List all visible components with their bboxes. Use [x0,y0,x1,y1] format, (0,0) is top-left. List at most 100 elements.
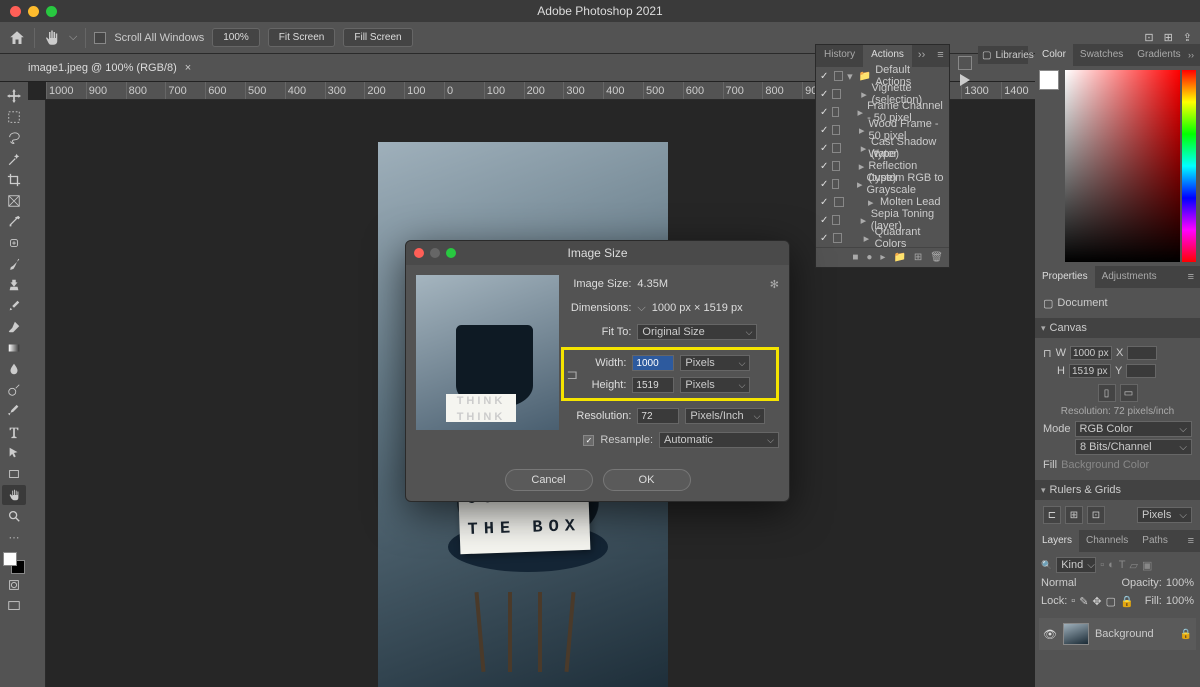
crop-tool[interactable] [2,170,26,190]
height-units-dropdown[interactable]: Pixels [680,377,750,393]
tab-channels[interactable]: Channels [1079,530,1135,552]
resample-checkbox[interactable]: ✓ [583,435,594,446]
screen-mode-icon[interactable] [2,596,26,616]
landscape-orientation-button[interactable]: ▭ [1120,384,1138,402]
stop-icon[interactable]: ■ [852,252,858,263]
gear-icon[interactable]: ✻ [770,278,779,291]
layer-name[interactable]: Background [1095,628,1154,640]
opacity-value[interactable]: 100% [1166,577,1194,589]
color-picker[interactable] [1035,66,1200,266]
zoom-percent-button[interactable]: 100% [212,28,260,47]
lasso-tool[interactable] [2,128,26,148]
dialog-zoom-icon[interactable] [446,248,456,258]
layer-background[interactable]: 👁 Background 🔒 [1039,618,1196,650]
frame-tool[interactable] [2,191,26,211]
record-icon[interactable]: ● [866,252,872,263]
layer-thumbnail[interactable] [1063,623,1089,645]
lock-icon[interactable]: 🔒 [1180,629,1192,640]
tab-color[interactable]: Color [1035,44,1073,66]
foreground-swatch[interactable] [1039,70,1059,90]
history-brush-tool[interactable] [2,296,26,316]
minimize-window-icon[interactable] [28,6,39,17]
width-units-dropdown[interactable]: Pixels [680,355,750,371]
lock-all-icon[interactable]: 🔒 [1120,595,1134,608]
ruler-icon[interactable]: ⊏ [1043,506,1061,524]
filter-kind-icon[interactable]: 🔍 [1041,560,1052,571]
color-field[interactable] [1065,70,1180,262]
resolution-units-dropdown[interactable]: Pixels/Inch [685,408,765,424]
fill-screen-button[interactable]: Fill Screen [343,28,412,47]
pen-tool[interactable] [2,401,26,421]
healing-brush-tool[interactable] [2,233,26,253]
resolution-input[interactable] [637,408,679,424]
canvas-y-input[interactable] [1126,364,1156,378]
move-tool[interactable] [2,86,26,106]
eraser-tool[interactable] [2,317,26,337]
gradient-tool[interactable] [2,338,26,358]
link-wh-icon[interactable]: ⊓ [1043,347,1052,360]
layer-fill-value[interactable]: 100% [1166,595,1194,607]
workspace-icon[interactable]: ⊞ [1164,31,1173,44]
zoom-tool[interactable] [2,506,26,526]
canvas-x-input[interactable] [1127,346,1157,360]
tab-gradients[interactable]: Gradients [1130,44,1187,66]
quick-mask-icon[interactable] [2,575,26,595]
rectangle-tool[interactable] [2,464,26,484]
guides-icon[interactable]: ⊡ [1087,506,1105,524]
height-input[interactable] [632,377,674,393]
close-window-icon[interactable] [10,6,21,17]
layer-filter-dropdown[interactable]: Kind [1056,557,1096,573]
tab-properties[interactable]: Properties [1035,266,1095,288]
tab-history[interactable]: History [816,45,863,67]
dialog-close-icon[interactable] [414,248,424,258]
document-tab[interactable]: image1.jpeg @ 100% (RGB/8) [28,62,177,74]
filter-pixel-icon[interactable]: ▫ [1100,559,1104,571]
eyedropper-tool[interactable] [2,212,26,232]
clone-stamp-tool[interactable] [2,275,26,295]
blend-mode-dropdown[interactable]: Normal [1041,577,1076,589]
marquee-tool[interactable] [2,107,26,127]
blur-tool[interactable] [2,359,26,379]
hand-tool-icon[interactable] [43,29,61,47]
play-icon[interactable]: ▸ [880,252,885,263]
width-input[interactable] [632,355,674,371]
canvas-height-input[interactable] [1069,364,1111,378]
maximize-window-icon[interactable] [46,6,57,17]
reset-icon[interactable] [958,56,972,70]
hue-slider[interactable] [1182,70,1196,262]
tab-adjustments[interactable]: Adjustments [1095,266,1164,288]
share-icon[interactable]: ⇪ [1183,31,1192,44]
constrain-proportions-icon[interactable]: ⊐ [566,366,578,383]
panel-menu-icon[interactable]: ≡ [1182,271,1200,283]
edit-toolbar-icon[interactable]: ⋯ [2,527,26,547]
hand-tool[interactable] [2,485,26,505]
magic-wand-tool[interactable] [2,149,26,169]
resample-dropdown[interactable]: Automatic [659,432,779,448]
search-icon[interactable]: ⊡ [1144,31,1153,44]
play-action-icon[interactable] [960,74,970,86]
path-selection-tool[interactable] [2,443,26,463]
rulers-grids-section-header[interactable]: ▾Rulers & Grids [1035,480,1200,500]
action-item[interactable]: ✓▸Quadrant Colors [816,229,949,247]
canvas-section-header[interactable]: ▾Canvas [1035,318,1200,338]
grid-icon[interactable]: ⊞ [1065,506,1083,524]
filter-adjustment-icon[interactable]: ◐ [1108,559,1115,571]
lock-position-icon[interactable]: ✥ [1092,595,1101,608]
dimensions-chevron-icon[interactable]: ⌵ [637,302,645,315]
dialog-titlebar[interactable]: Image Size [406,241,789,265]
tab-layers[interactable]: Layers [1035,530,1079,552]
fit-to-dropdown[interactable]: Original Size [637,324,757,340]
portrait-orientation-button[interactable]: ▯ [1098,384,1116,402]
type-tool[interactable] [2,422,26,442]
cancel-button[interactable]: Cancel [505,469,593,491]
bit-depth-dropdown[interactable]: 8 Bits/Channel [1075,439,1192,455]
filter-smartobj-icon[interactable]: ▣ [1142,559,1152,572]
tab-paths[interactable]: Paths [1135,530,1175,552]
collapsed-libraries-panel[interactable]: ›› [1182,46,1200,64]
tab-swatches[interactable]: Swatches [1073,44,1130,66]
filter-shape-icon[interactable]: ▱ [1130,559,1138,572]
canvas-width-input[interactable] [1070,346,1112,360]
ruler-units-dropdown[interactable]: Pixels [1137,507,1192,523]
action-item[interactable]: ✓▸Custom RGB to Grayscale [816,175,949,193]
lock-artboard-icon[interactable]: ▢ [1106,595,1116,608]
